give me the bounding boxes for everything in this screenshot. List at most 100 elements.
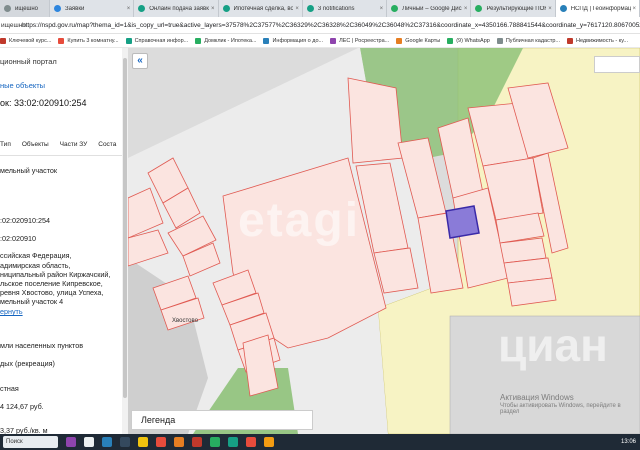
bookmark-item[interactable]: Недвижимость - ку...: [567, 37, 628, 44]
bookmark-favicon-icon: [263, 37, 270, 44]
address-line: адимирская область,: [0, 261, 71, 270]
bookmark-item[interactable]: Справочная инфор...: [125, 37, 188, 44]
browser-tab[interactable]: Личный – Google Диск ×: [387, 0, 472, 17]
bookmark-item[interactable]: ЛЕС | Росреестра...: [330, 37, 390, 44]
bookmark-label: Информация о до...: [272, 37, 324, 44]
close-tab-icon[interactable]: ×: [380, 6, 384, 12]
tab-icon: [222, 5, 230, 12]
yandex-browser-icon[interactable]: [192, 437, 202, 447]
app-icon[interactable]: [120, 437, 130, 447]
app-icon[interactable]: [246, 437, 256, 447]
close-tab-icon[interactable]: ×: [295, 6, 299, 12]
tab-type[interactable]: Тип: [0, 141, 11, 155]
quarter-number: :02:020910: [0, 234, 36, 243]
chrome-icon[interactable]: [210, 437, 220, 447]
address-bar[interactable]: ищешно https://nspd.gov.ru/map?thema_id=…: [0, 17, 640, 34]
tab-title: Онлайн подача заявки - ...: [149, 5, 209, 12]
tab-title: 3 notifications: [317, 5, 355, 12]
taskbar-search[interactable]: Поиск: [3, 436, 58, 448]
bookmark-item[interactable]: Google Карты: [396, 37, 441, 44]
tab-composition[interactable]: Соста: [98, 141, 116, 155]
price-per-unit: 3,37 руб./кв. м: [0, 426, 48, 434]
bookmark-label: Google Карты: [405, 37, 441, 44]
bookmark-item[interactable]: Купить 3 комнатну...: [58, 37, 119, 44]
tab-underline: [0, 155, 128, 156]
browser-tab[interactable]: НСПД | Геоинформацио...×: [555, 0, 640, 17]
bookmark-favicon-icon: [125, 37, 132, 44]
legend-button[interactable]: Легенда: [131, 410, 313, 430]
bookmark-label: Публичная кадастр...: [505, 37, 560, 44]
taskbar-clock: 13:06: [620, 439, 636, 445]
browser-tab[interactable]: Заявки ×: [50, 0, 135, 17]
yandex-icon[interactable]: [156, 437, 166, 447]
activation-subtitle: Чтобы активировать Windows, перейдите в …: [500, 403, 621, 415]
tab-title: Ипотечная сделка, войти...: [233, 5, 294, 12]
taskbar-search-placeholder: Поиск: [6, 439, 23, 445]
panel-tabs: Тип Объекты Части ЗУ Соста ›: [0, 141, 128, 155]
app-icon[interactable]: [228, 437, 238, 447]
ownership-form: стная: [0, 384, 19, 393]
browser-tab[interactable]: Результирующие ПОКЕ...×: [471, 0, 556, 17]
browser-tab[interactable]: ищешно: [0, 0, 50, 17]
object-type: мельный участок: [0, 166, 58, 175]
bookmark-favicon-icon: [58, 37, 65, 44]
bookmark-favicon-icon: [330, 37, 337, 44]
explorer-icon[interactable]: [138, 437, 148, 447]
tab-objects[interactable]: Объекты: [22, 141, 49, 155]
close-tab-icon[interactable]: ×: [127, 6, 131, 12]
collapse-panel-button[interactable]: «: [132, 53, 148, 69]
browser-tab[interactable]: Ипотечная сделка, войти...×: [219, 0, 303, 17]
address-line: мельный участок 4: [0, 297, 64, 306]
bookmark-label: (9) WhatsApp: [456, 37, 490, 44]
portal-title: ционный портал: [0, 57, 57, 66]
bookmark-item[interactable]: Домклик - Ипотека...: [195, 37, 256, 44]
activation-title: Активация Windows: [500, 393, 574, 402]
collapse-address-link[interactable]: ернуть: [0, 307, 23, 316]
tab-icon: [138, 5, 146, 12]
close-tab-icon[interactable]: ×: [464, 6, 468, 12]
cadastral-map[interactable]: etagi циан « Хвостово Легенда Активация …: [128, 48, 640, 434]
tab-title: Личный – Google Диск: [402, 5, 462, 12]
scrollbar-thumb[interactable]: [123, 58, 127, 398]
close-tab-icon[interactable]: ×: [633, 6, 637, 12]
address-line: льское поселение Кипревское,: [0, 279, 103, 288]
task-view-icon[interactable]: [84, 437, 94, 447]
edge-icon[interactable]: [102, 437, 112, 447]
bookmark-favicon-icon: [195, 37, 202, 44]
bookmark-label: ЛЕС | Росреестра...: [339, 37, 390, 44]
bookmarks-bar: Ключевой курс... Купить 3 комнатну... Спра…: [0, 34, 640, 48]
bookmark-item[interactable]: Информация о до...: [263, 37, 324, 44]
address-line: ниципальный район Киржачский,: [0, 270, 111, 279]
browser-tab[interactable]: Онлайн подача заявки - ...×: [134, 0, 219, 17]
map-search-box[interactable]: [594, 56, 640, 73]
legend-label: Легенда: [141, 415, 176, 425]
tab-title: Заявки: [64, 5, 85, 12]
cadastral-number: :02:020910:254: [0, 216, 50, 225]
close-tab-icon[interactable]: ×: [548, 6, 552, 12]
map-canvas[interactable]: [128, 48, 640, 434]
objects-link[interactable]: ные объекты: [0, 81, 45, 90]
bookmark-favicon-icon: [0, 37, 6, 44]
close-tab-icon[interactable]: ×: [211, 6, 215, 12]
tab-icon: [559, 5, 567, 12]
etagi-watermark: etagi: [238, 194, 361, 247]
tab-parts[interactable]: Части ЗУ: [60, 141, 88, 155]
browser-tab[interactable]: 3 notifications ×: [303, 0, 388, 17]
tab-icon: [475, 5, 483, 12]
bookmark-item[interactable]: (9) WhatsApp: [447, 37, 490, 44]
bookmark-item[interactable]: Ключевой курс...: [0, 37, 51, 44]
selected-parcel: [445, 205, 480, 239]
mail-icon: [53, 5, 61, 12]
drive-icon: [391, 5, 399, 12]
app-icon[interactable]: [264, 437, 274, 447]
bookmark-label: Недвижимость - ку...: [576, 37, 628, 44]
url-field[interactable]: https://nspd.gov.ru/map?thema_id=1&is_co…: [22, 22, 640, 29]
app-icon[interactable]: [66, 437, 76, 447]
bookmark-item[interactable]: Публичная кадастр...: [496, 37, 560, 44]
bookmark-favicon-icon: [396, 37, 403, 44]
app-icon[interactable]: [174, 437, 184, 447]
tab-title: НСПД | Геоинформацио...: [570, 5, 631, 12]
permitted-use: дых (рекреация): [0, 359, 55, 368]
land-category: мли населенных пунктов: [0, 341, 84, 350]
address-line: ревня Хвостово, улица Успеха,: [0, 288, 104, 297]
